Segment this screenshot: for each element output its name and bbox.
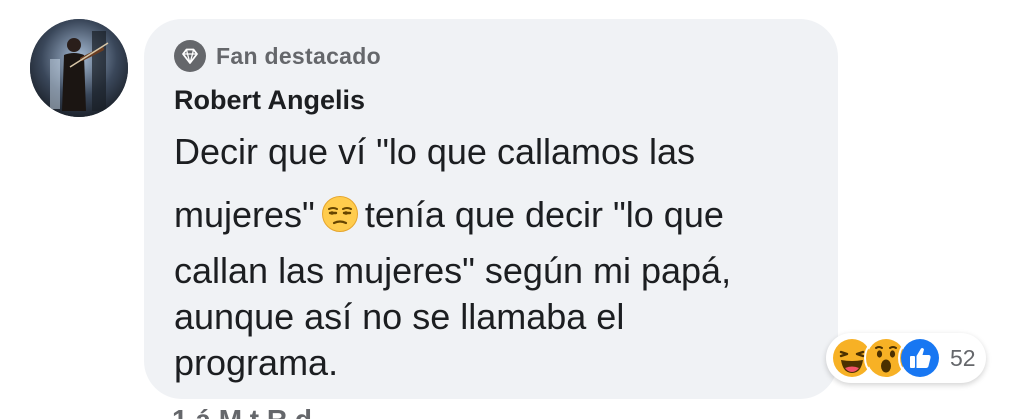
reaction-count: 52 [950,344,976,371]
avatar-image [30,19,128,117]
like-reaction-icon [898,336,942,380]
comment-text-line: mujeres" tenía que decir "lo que [174,195,724,235]
comment-screen: Fan destacado Robert Angelis Decir que v… [0,0,1024,419]
comment-actions-row[interactable]: 1 á M t R d [172,404,312,419]
diamond-icon [174,40,206,72]
comment-text-line: programa. [174,342,339,383]
comment-text-line: aunque así no se llamaba el [174,296,625,337]
avatar[interactable] [30,19,128,117]
comment-text-line: Decir que ví "lo que callamos las [174,131,696,172]
top-fan-badge[interactable]: Fan destacado [174,39,381,73]
unamused-face-emoji [321,195,359,233]
reaction-summary[interactable]: 52 [826,333,986,383]
comment-text-fragment: tenía que decir "lo que [364,194,724,235]
comment-author[interactable]: Robert Angelis [174,85,365,116]
badge-label: Fan destacado [216,42,381,69]
comment-text-fragment: mujeres" [174,194,315,235]
comment-text-line: callan las mujeres" según mi papá, [174,250,732,291]
